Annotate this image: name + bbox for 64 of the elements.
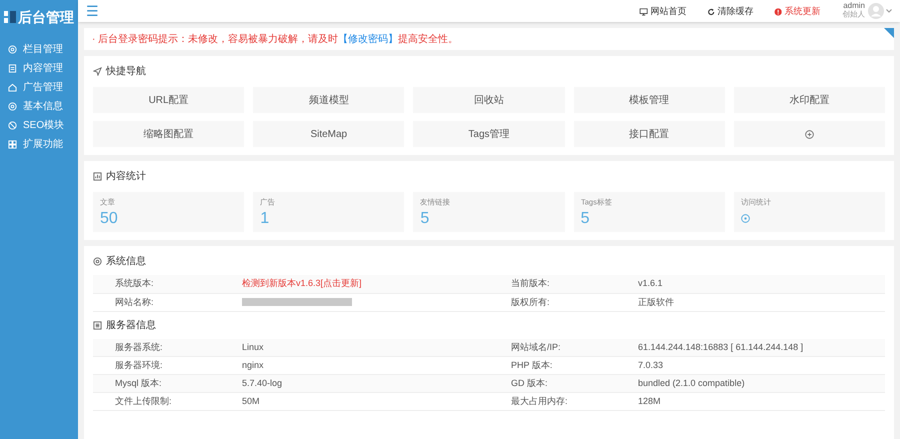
- change-password-link[interactable]: 【修改密码】: [338, 34, 398, 44]
- table-cell: nginx: [220, 356, 489, 374]
- quick-nav-button[interactable]: URL配置: [93, 87, 244, 113]
- table-cell: 128M: [616, 392, 885, 410]
- logo-text: 后台管理: [18, 8, 74, 26]
- avatar-icon[interactable]: [868, 3, 884, 19]
- stat-value: 1: [260, 210, 270, 228]
- table-cell: 50M: [220, 392, 489, 410]
- add-icon: [804, 130, 814, 138]
- refresh-icon: [708, 7, 715, 15]
- quick-nav-button[interactable]: 缩略图配置: [93, 121, 244, 147]
- server-icon: [93, 320, 102, 330]
- table-cell: 正版软件: [616, 293, 885, 311]
- table-label-cell: 系统版本:: [93, 275, 220, 293]
- table-label-cell: 最大占用内存:: [488, 392, 616, 410]
- chevron-down-icon[interactable]: [886, 9, 892, 13]
- ban-icon: [8, 121, 17, 130]
- table-label-cell: 网站名称:: [93, 293, 220, 311]
- info-circle-icon: [740, 214, 750, 223]
- stat-value: 5: [580, 210, 590, 228]
- section-title: 内容统计: [106, 170, 146, 184]
- header-link[interactable]: 网站首页: [640, 4, 686, 18]
- section-title: 快捷导航: [106, 64, 146, 79]
- table-label-cell: 网站域名/IP:: [488, 338, 616, 356]
- section-title: 系统信息: [106, 254, 146, 269]
- send-icon: [93, 67, 102, 76]
- table-label-cell: 服务器环境:: [93, 356, 220, 374]
- table-cell: v1.6.1: [616, 275, 885, 293]
- section-title: 服务器信息: [106, 318, 156, 332]
- table-label-cell: 文件上传限制:: [93, 392, 220, 410]
- table-cell: 5.7.40-log: [220, 374, 489, 392]
- table-label-cell: 服务器系统:: [93, 338, 220, 356]
- table-label-cell: PHP 版本:: [488, 356, 616, 374]
- quick-nav-button[interactable]: 接口配置: [574, 121, 725, 147]
- header-link[interactable]: 清除缓存: [708, 4, 754, 18]
- monitor-icon: [640, 7, 648, 15]
- corner-icon: [884, 28, 894, 38]
- stat-value: 50: [100, 210, 119, 228]
- add-button[interactable]: [734, 121, 885, 147]
- password-notice: · 后台登录密码提示：未修改，容易被暴力破解，请及时【修改密码】提高安全性。: [92, 32, 458, 46]
- stat-value: 5: [420, 210, 430, 228]
- table-label-cell: Mysql 版本:: [93, 374, 220, 392]
- table-label-cell: 当前版本:: [488, 275, 616, 293]
- quick-nav-button[interactable]: 频道模型: [253, 87, 404, 113]
- table-cell: bundled (2.1.0 compatible): [616, 374, 885, 392]
- quick-nav-button[interactable]: 模板管理: [574, 87, 725, 113]
- quick-nav-button[interactable]: 水印配置: [734, 87, 885, 113]
- update-alert-text: 检测到新版本v1.6.3[点击更新]: [220, 275, 489, 293]
- quick-nav-button[interactable]: SiteMap: [253, 121, 404, 147]
- quick-nav-button[interactable]: 回收站: [413, 87, 565, 113]
- table-label-cell: 版权所有:: [488, 293, 616, 311]
- alert-icon: [774, 7, 782, 15]
- chart-icon: [93, 172, 102, 181]
- logo-icon: [4, 11, 16, 23]
- table-cell: Linux: [220, 338, 489, 356]
- table-cell: 61.144.244.148:16883 [ 61.144.244.148 ]: [616, 338, 885, 356]
- header-link[interactable]: 系统更新: [774, 4, 820, 18]
- table-label-cell: GD 版本:: [488, 374, 616, 392]
- document-icon: [8, 64, 17, 73]
- house-icon: [8, 83, 17, 92]
- table-cell: 7.0.33: [616, 356, 885, 374]
- grid-icon: [8, 140, 17, 149]
- user-name: admin: [843, 2, 865, 10]
- quick-nav-button[interactable]: Tags管理: [413, 121, 565, 147]
